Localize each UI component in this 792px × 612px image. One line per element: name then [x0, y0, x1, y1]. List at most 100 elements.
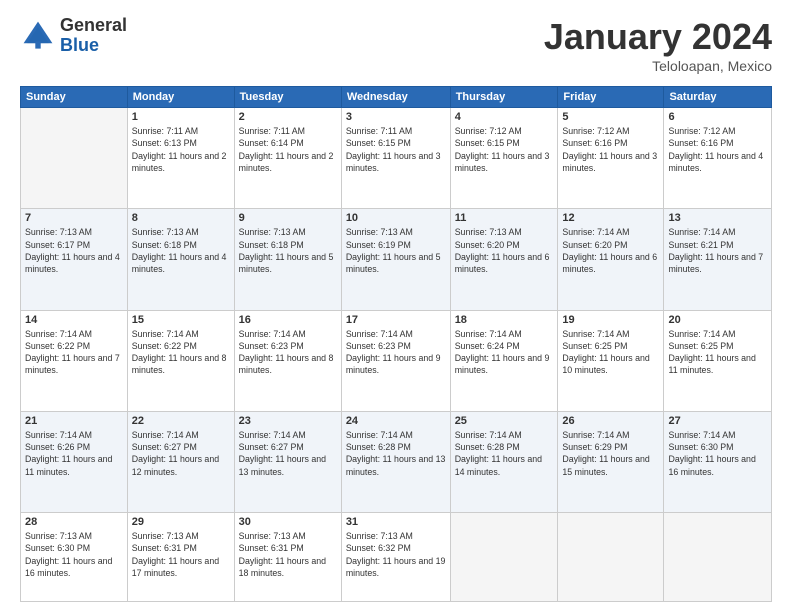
- weekday-tuesday: Tuesday: [234, 87, 341, 108]
- day-info: Sunrise: 7:11 AMSunset: 6:14 PMDaylight:…: [239, 125, 337, 174]
- day-info: Sunrise: 7:11 AMSunset: 6:13 PMDaylight:…: [132, 125, 230, 174]
- day-cell: 23 Sunrise: 7:14 AMSunset: 6:27 PMDayligh…: [234, 411, 341, 512]
- day-number: 25: [455, 415, 554, 427]
- day-info: Sunrise: 7:13 AMSunset: 6:31 PMDaylight:…: [132, 530, 230, 579]
- weekday-header-row: SundayMondayTuesdayWednesdayThursdayFrid…: [21, 87, 772, 108]
- day-cell: 12 Sunrise: 7:14 AMSunset: 6:20 PMDayligh…: [558, 209, 664, 310]
- day-number: 30: [239, 516, 337, 528]
- day-cell: 18 Sunrise: 7:14 AMSunset: 6:24 PMDayligh…: [450, 310, 558, 411]
- header: General Blue January 2024 Teloloapan, Me…: [20, 16, 772, 74]
- logo-general-text: General: [60, 16, 127, 36]
- day-info: Sunrise: 7:14 AMSunset: 6:22 PMDaylight:…: [132, 328, 230, 377]
- day-number: 12: [562, 212, 659, 224]
- week-row-4: 21 Sunrise: 7:14 AMSunset: 6:26 PMDayligh…: [21, 411, 772, 512]
- day-number: 5: [562, 111, 659, 123]
- day-number: 18: [455, 314, 554, 326]
- calendar-table: SundayMondayTuesdayWednesdayThursdayFrid…: [20, 86, 772, 602]
- day-info: Sunrise: 7:14 AMSunset: 6:24 PMDaylight:…: [455, 328, 554, 377]
- day-number: 4: [455, 111, 554, 123]
- day-number: 21: [25, 415, 123, 427]
- day-cell: 15 Sunrise: 7:14 AMSunset: 6:22 PMDayligh…: [127, 310, 234, 411]
- week-row-1: 1Sunrise: 7:11 AMSunset: 6:13 PMDaylight…: [21, 108, 772, 209]
- day-cell: 11Sunrise: 7:13 AMSunset: 6:20 PMDayligh…: [450, 209, 558, 310]
- page: General Blue January 2024 Teloloapan, Me…: [0, 0, 792, 612]
- day-cell: 25 Sunrise: 7:14 AMSunset: 6:28 PMDayligh…: [450, 411, 558, 512]
- day-cell: 8 Sunrise: 7:13 AMSunset: 6:18 PMDaylight…: [127, 209, 234, 310]
- day-info: Sunrise: 7:13 AMSunset: 6:31 PMDaylight:…: [239, 530, 337, 579]
- title-block: January 2024 Teloloapan, Mexico: [544, 16, 772, 74]
- title-month: January 2024: [544, 16, 772, 58]
- day-info: Sunrise: 7:12 AMSunset: 6:16 PMDaylight:…: [562, 125, 659, 174]
- day-cell: 9 Sunrise: 7:13 AMSunset: 6:18 PMDaylight…: [234, 209, 341, 310]
- day-cell: [450, 513, 558, 602]
- day-number: 28: [25, 516, 123, 528]
- day-cell: 13Sunrise: 7:14 AMSunset: 6:21 PMDayligh…: [664, 209, 772, 310]
- day-cell: [21, 108, 128, 209]
- logo-icon: [20, 18, 56, 54]
- day-info: Sunrise: 7:14 AMSunset: 6:30 PMDaylight:…: [668, 429, 767, 478]
- title-location: Teloloapan, Mexico: [544, 58, 772, 74]
- day-number: 8: [132, 212, 230, 224]
- week-row-2: 7 Sunrise: 7:13 AMSunset: 6:17 PMDaylight…: [21, 209, 772, 310]
- day-cell: 10 Sunrise: 7:13 AMSunset: 6:19 PMDayligh…: [341, 209, 450, 310]
- day-info: Sunrise: 7:13 AMSunset: 6:19 PMDaylight:…: [346, 226, 446, 275]
- day-number: 15: [132, 314, 230, 326]
- day-info: Sunrise: 7:14 AMSunset: 6:28 PMDaylight:…: [455, 429, 554, 478]
- day-cell: [664, 513, 772, 602]
- day-number: 7: [25, 212, 123, 224]
- day-number: 6: [668, 111, 767, 123]
- day-info: Sunrise: 7:14 AMSunset: 6:25 PMDaylight:…: [668, 328, 767, 377]
- day-number: 23: [239, 415, 337, 427]
- day-cell: 4 Sunrise: 7:12 AMSunset: 6:15 PMDaylight…: [450, 108, 558, 209]
- day-number: 16: [239, 314, 337, 326]
- day-cell: 30 Sunrise: 7:13 AMSunset: 6:31 PMDayligh…: [234, 513, 341, 602]
- weekday-thursday: Thursday: [450, 87, 558, 108]
- day-info: Sunrise: 7:14 AMSunset: 6:27 PMDaylight:…: [239, 429, 337, 478]
- day-number: 17: [346, 314, 446, 326]
- day-number: 20: [668, 314, 767, 326]
- weekday-saturday: Saturday: [664, 87, 772, 108]
- day-cell: 31 Sunrise: 7:13 AMSunset: 6:32 PMDayligh…: [341, 513, 450, 602]
- day-cell: 1Sunrise: 7:11 AMSunset: 6:13 PMDaylight…: [127, 108, 234, 209]
- day-number: 29: [132, 516, 230, 528]
- day-cell: 16 Sunrise: 7:14 AMSunset: 6:23 PMDayligh…: [234, 310, 341, 411]
- day-cell: 26Sunrise: 7:14 AMSunset: 6:29 PMDayligh…: [558, 411, 664, 512]
- day-cell: [558, 513, 664, 602]
- day-info: Sunrise: 7:14 AMSunset: 6:20 PMDaylight:…: [562, 226, 659, 275]
- day-info: Sunrise: 7:13 AMSunset: 6:32 PMDaylight:…: [346, 530, 446, 579]
- day-info: Sunrise: 7:14 AMSunset: 6:23 PMDaylight:…: [239, 328, 337, 377]
- weekday-monday: Monday: [127, 87, 234, 108]
- day-info: Sunrise: 7:14 AMSunset: 6:25 PMDaylight:…: [562, 328, 659, 377]
- day-cell: 14Sunrise: 7:14 AMSunset: 6:22 PMDayligh…: [21, 310, 128, 411]
- day-cell: 27 Sunrise: 7:14 AMSunset: 6:30 PMDayligh…: [664, 411, 772, 512]
- logo: General Blue: [20, 16, 127, 56]
- logo-blue-text: Blue: [60, 36, 127, 56]
- logo-text: General Blue: [60, 16, 127, 56]
- day-number: 13: [668, 212, 767, 224]
- day-number: 9: [239, 212, 337, 224]
- day-info: Sunrise: 7:13 AMSunset: 6:18 PMDaylight:…: [239, 226, 337, 275]
- day-number: 3: [346, 111, 446, 123]
- day-info: Sunrise: 7:13 AMSunset: 6:20 PMDaylight:…: [455, 226, 554, 275]
- day-info: Sunrise: 7:13 AMSunset: 6:30 PMDaylight:…: [25, 530, 123, 579]
- day-number: 19: [562, 314, 659, 326]
- day-info: Sunrise: 7:12 AMSunset: 6:16 PMDaylight:…: [668, 125, 767, 174]
- day-info: Sunrise: 7:13 AMSunset: 6:18 PMDaylight:…: [132, 226, 230, 275]
- day-cell: 22Sunrise: 7:14 AMSunset: 6:27 PMDayligh…: [127, 411, 234, 512]
- day-number: 10: [346, 212, 446, 224]
- day-info: Sunrise: 7:13 AMSunset: 6:17 PMDaylight:…: [25, 226, 123, 275]
- day-info: Sunrise: 7:12 AMSunset: 6:15 PMDaylight:…: [455, 125, 554, 174]
- day-cell: 29 Sunrise: 7:13 AMSunset: 6:31 PMDayligh…: [127, 513, 234, 602]
- day-info: Sunrise: 7:14 AMSunset: 6:26 PMDaylight:…: [25, 429, 123, 478]
- day-cell: 7 Sunrise: 7:13 AMSunset: 6:17 PMDaylight…: [21, 209, 128, 310]
- day-number: 2: [239, 111, 337, 123]
- week-row-3: 14Sunrise: 7:14 AMSunset: 6:22 PMDayligh…: [21, 310, 772, 411]
- day-cell: 17Sunrise: 7:14 AMSunset: 6:23 PMDayligh…: [341, 310, 450, 411]
- day-cell: 19 Sunrise: 7:14 AMSunset: 6:25 PMDayligh…: [558, 310, 664, 411]
- day-info: Sunrise: 7:14 AMSunset: 6:28 PMDaylight:…: [346, 429, 446, 478]
- day-number: 24: [346, 415, 446, 427]
- day-number: 31: [346, 516, 446, 528]
- day-info: Sunrise: 7:14 AMSunset: 6:29 PMDaylight:…: [562, 429, 659, 478]
- day-number: 22: [132, 415, 230, 427]
- day-number: 27: [668, 415, 767, 427]
